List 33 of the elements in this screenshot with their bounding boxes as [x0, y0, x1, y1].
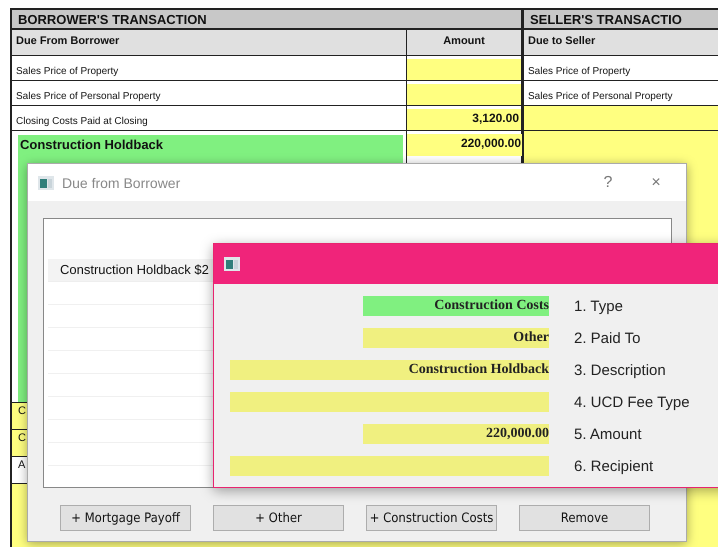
amount-cell: 3,120.00: [407, 109, 521, 130]
table-cell: Sales Price of Property: [522, 56, 718, 81]
field-label: 1. Type: [574, 298, 623, 314]
table-cell: Closing Costs Paid at Closing: [12, 106, 407, 131]
field-label: 3. Description: [574, 362, 666, 378]
section-heading: SELLER'S TRANSACTIO: [522, 8, 718, 30]
table-cell: Sales Price of Personal Property: [12, 81, 407, 106]
column-header: Amount: [407, 30, 522, 56]
dialog-button[interactable]: Remove: [519, 505, 650, 531]
input-field[interactable]: 220,000.00: [363, 424, 549, 444]
help-button[interactable]: ?: [588, 174, 628, 192]
section-heading: BORROWER'S TRANSACTION: [12, 8, 522, 30]
column-header: Due to Seller: [522, 30, 718, 56]
input-field[interactable]: [230, 392, 549, 412]
window-icon: [224, 257, 240, 271]
field-label: 5. Amount: [574, 426, 642, 442]
dialog-button[interactable]: + Other: [213, 505, 344, 531]
field-label: 6. Recipient: [574, 458, 654, 474]
field-label: 4. UCD Fee Type: [574, 394, 690, 410]
amount-cell: 220,000.00: [407, 134, 523, 156]
field-label: 2. Paid To: [574, 330, 640, 346]
dialog-button[interactable]: + Mortgage Payoff: [60, 505, 191, 531]
table-cell: Sales Price of Personal Property: [522, 81, 718, 106]
close-button[interactable]: ×: [636, 174, 676, 192]
column-header: Due From Borrower: [12, 30, 407, 56]
window-icon: [38, 176, 54, 190]
input-field[interactable]: Construction Costs: [363, 296, 549, 316]
input-field[interactable]: Other: [363, 328, 549, 348]
table-cell: Sales Price of Property: [12, 56, 407, 81]
input-field[interactable]: [230, 456, 549, 476]
dialog-button[interactable]: + Construction Costs: [366, 505, 497, 531]
window-title: Due from Borrower: [62, 174, 182, 190]
input-field[interactable]: Construction Holdback: [230, 360, 549, 380]
